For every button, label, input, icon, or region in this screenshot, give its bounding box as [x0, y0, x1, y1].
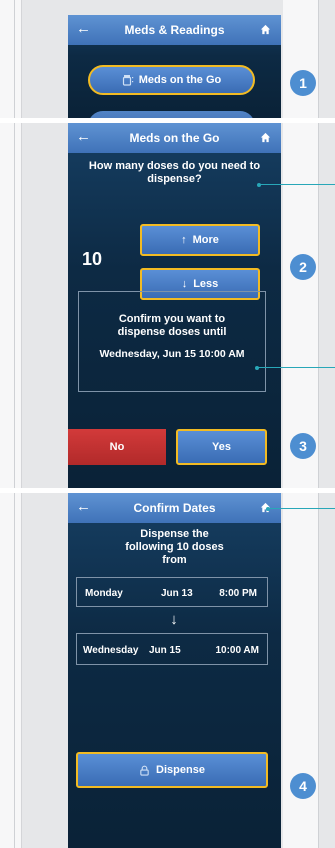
- step-marker: 4: [290, 773, 316, 799]
- confirm-box: Confirm you want to dispense doses until…: [78, 291, 266, 392]
- arrow-down-icon: ↓: [181, 278, 188, 290]
- confirm-line: dispense doses until: [117, 326, 227, 338]
- title-bar: ← Confirm Dates: [68, 493, 281, 523]
- leader-line: [259, 184, 335, 185]
- leader-line: [268, 508, 335, 509]
- from-date: Jun 13: [161, 588, 193, 599]
- button-label: More: [192, 234, 219, 246]
- panel-meds-on-the-go: ← Meds on the Go How many doses do you n…: [68, 123, 281, 488]
- screen-title: Meds on the Go: [129, 131, 220, 145]
- title-bar: ← Meds & Readings: [68, 15, 281, 45]
- confirm-date: Wednesday, Jun 15 10:00 AM: [99, 348, 245, 360]
- dose-question: How many doses do you need to dispense?: [88, 160, 261, 185]
- right-margin: [283, 0, 319, 848]
- to-date: Jun 15: [149, 645, 181, 656]
- from-day: Monday: [85, 588, 123, 599]
- to-date-row: Wednesday Jun 15 10:00 AM: [76, 633, 268, 665]
- confirm-line: Confirm you want to: [118, 313, 226, 325]
- button-label: Meds on the Go: [138, 74, 222, 86]
- to-day: Wednesday: [83, 645, 139, 656]
- button-label: Dispense: [156, 764, 205, 776]
- left-rail: [14, 0, 15, 848]
- more-button[interactable]: ↑ More: [140, 224, 260, 256]
- dispense-heading: from: [162, 554, 187, 566]
- dispense-button[interactable]: Dispense: [76, 752, 268, 788]
- to-time: 10:00 AM: [215, 645, 259, 656]
- leader-line: [257, 367, 335, 368]
- step-marker: 3: [290, 433, 316, 459]
- dose-count: 10: [82, 249, 103, 269]
- no-button[interactable]: No: [68, 429, 166, 465]
- home-icon[interactable]: [260, 24, 271, 35]
- next-menu-button[interactable]: [88, 111, 255, 118]
- right-rail: [318, 0, 319, 848]
- panel-meds-readings: ← Meds & Readings Meds on the Go: [68, 15, 281, 118]
- dispense-heading: following 10 doses: [125, 541, 224, 553]
- step-marker: 1: [290, 70, 316, 96]
- dispense-heading: Dispense the: [140, 528, 209, 540]
- button-label: Less: [193, 278, 219, 290]
- button-label: Yes: [212, 441, 231, 453]
- step-marker: 2: [290, 254, 316, 280]
- screen-title: Meds & Readings: [124, 23, 225, 37]
- yes-button[interactable]: Yes: [176, 429, 267, 465]
- title-bar: ← Meds on the Go: [68, 123, 281, 153]
- from-time: 8:00 PM: [219, 588, 257, 599]
- lock-icon: [140, 765, 149, 776]
- left-margin: [0, 0, 22, 848]
- home-icon[interactable]: [260, 132, 271, 143]
- panel-confirm-dates: ← Confirm Dates Dispense the following 1…: [68, 493, 281, 848]
- arrow-up-icon: ↑: [181, 234, 187, 246]
- meds-on-the-go-button[interactable]: Meds on the Go: [88, 65, 255, 95]
- arrow-down-icon: ↓: [170, 611, 178, 628]
- screen-title: Confirm Dates: [133, 501, 216, 515]
- from-date-row: Monday Jun 13 8:00 PM: [76, 577, 268, 607]
- pill-bottle-icon: [122, 75, 133, 86]
- button-label: No: [109, 441, 125, 453]
